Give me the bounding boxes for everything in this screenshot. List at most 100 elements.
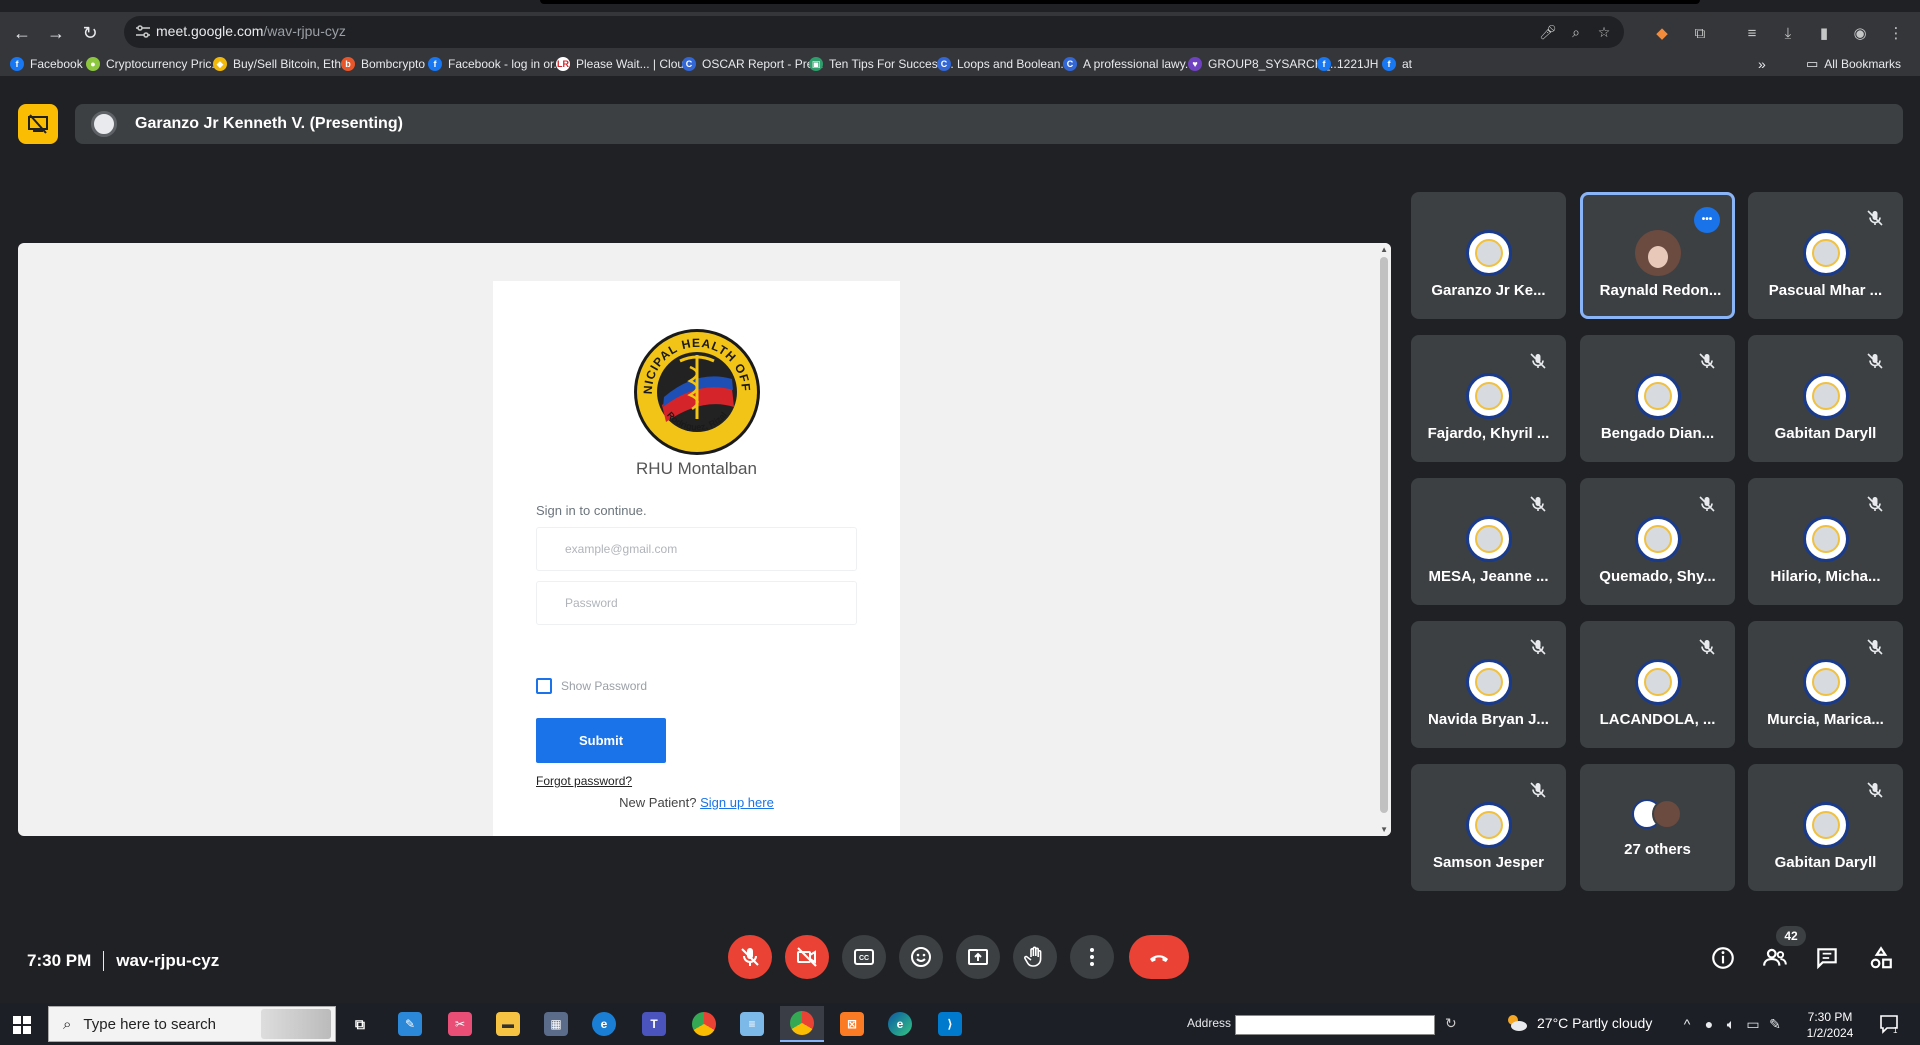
task-view-button[interactable]: ⧉ — [338, 1006, 382, 1042]
taskbar-search[interactable]: ⌕ Type here to search — [48, 1006, 336, 1042]
camera-off-button[interactable] — [785, 935, 829, 979]
back-icon[interactable]: ← — [8, 19, 36, 47]
microphone-tray-icon[interactable]: ● — [1700, 1014, 1718, 1034]
forgot-password-link[interactable]: Forgot password? — [536, 774, 632, 788]
present-screen-button[interactable] — [956, 935, 1000, 979]
downloads-icon[interactable]: ⤓ — [1776, 21, 1800, 45]
participant-tile[interactable]: Gabitan Daryll — [1748, 764, 1903, 891]
notification-center-icon[interactable]: 1 — [1878, 1013, 1900, 1035]
system-clock[interactable]: 7:30 PM 1/2/2024 — [1800, 1009, 1860, 1041]
taskbar-app-explorer[interactable]: ▬ — [486, 1006, 530, 1042]
reactions-button[interactable] — [899, 935, 943, 979]
leave-call-button[interactable] — [1129, 935, 1189, 979]
microphone-icon[interactable]: 🎤︎ — [1538, 22, 1558, 42]
bookmark-item[interactable]: f Facebook - log in or... — [428, 55, 563, 73]
network-icon[interactable]: ▭ — [1744, 1014, 1762, 1034]
login-card: MUNICIPAL HEALTH OFFICE Rodriguez, Rizal… — [493, 281, 900, 836]
participant-tile[interactable]: Gabitan Daryll — [1748, 335, 1903, 462]
active-tab[interactable] — [540, 0, 1700, 4]
pen-icon[interactable]: ✎ — [1766, 1014, 1784, 1034]
participant-tile[interactable]: Fajardo, Khyril ... — [1411, 335, 1566, 462]
bookmark-item[interactable]: b Bombcrypto — [341, 55, 425, 73]
more-options-button[interactable] — [1070, 935, 1114, 979]
taskbar-app-calculator[interactable]: ▦ — [534, 1006, 578, 1042]
taskbar-app-vscode[interactable]: ⟩ — [928, 1006, 972, 1042]
participant-tile[interactable]: Pascual Mhar ... — [1748, 192, 1903, 319]
media-control-icon[interactable]: ≡ — [1740, 21, 1764, 45]
bookmark-item[interactable]: f at — [1382, 55, 1412, 73]
taskbar-app-notepad[interactable]: ≡ — [730, 1006, 774, 1042]
reload-icon[interactable]: ↻ — [76, 19, 104, 47]
submit-button[interactable]: Submit — [536, 718, 666, 763]
taskbar-app-chrome[interactable] — [682, 1006, 726, 1042]
extension-fox-icon[interactable]: ◆ — [1650, 21, 1674, 45]
taskbar-app-teams[interactable]: T — [632, 1006, 676, 1042]
taskbar-app-xampp[interactable]: ⊠ — [830, 1006, 874, 1042]
bookmark-label: Ten Tips For Success... — [829, 57, 954, 71]
taskbar-app-edge-dev[interactable]: e — [582, 1006, 626, 1042]
bookmark-item[interactable]: f Facebook — [10, 55, 83, 73]
bookmark-item[interactable]: C A professional lawy... — [1063, 55, 1195, 73]
taskbar-app-snip[interactable]: ✂ — [438, 1006, 482, 1042]
address-go-icon[interactable]: ↻ — [1445, 1015, 1465, 1035]
muted-mic-icon — [1528, 494, 1548, 514]
bookmark-star-icon[interactable]: ☆ — [1594, 22, 1614, 42]
password-field[interactable] — [536, 581, 857, 625]
bookmark-item[interactable]: ◆ Buy/Sell Bitcoin, Eth... — [213, 55, 351, 73]
all-bookmarks-label: All Bookmarks — [1824, 57, 1901, 71]
participant-tile[interactable]: Quemado, Shy... — [1580, 478, 1735, 605]
participant-tile[interactable]: Samson Jesper — [1411, 764, 1566, 891]
scroll-up-icon[interactable]: ▲ — [1380, 245, 1388, 254]
tile-more-options-icon[interactable]: ••• — [1694, 207, 1720, 233]
browser-menu-icon[interactable]: ⋮ — [1884, 21, 1908, 45]
address-toolbar-input[interactable] — [1235, 1015, 1435, 1035]
bookmark-item[interactable]: ● Cryptocurrency Pric... — [86, 55, 221, 73]
windows-start-icon[interactable] — [13, 1016, 31, 1034]
site-info-icon[interactable] — [134, 23, 152, 41]
volume-icon[interactable]: 🔈︎ — [1722, 1014, 1740, 1034]
participant-tile[interactable]: Navida Bryan J... — [1411, 621, 1566, 748]
participant-tile[interactable]: LACANDOLA, ... — [1580, 621, 1735, 748]
all-bookmarks-folder[interactable]: ▭ All Bookmarks — [1806, 55, 1901, 73]
participant-tile[interactable]: Bengado Dian... — [1580, 335, 1735, 462]
scroll-down-icon[interactable]: ▼ — [1380, 825, 1388, 834]
taskbar-app-edge[interactable]: e — [878, 1006, 922, 1042]
participant-tile[interactable]: MESA, Jeanne ... — [1411, 478, 1566, 605]
show-password-toggle[interactable]: Show Password — [536, 678, 647, 694]
show-hidden-icons-icon[interactable]: ^ — [1678, 1014, 1696, 1034]
bookmark-item[interactable]: C Loops and Boolean... — [937, 55, 1070, 73]
raise-hand-button[interactable] — [1013, 935, 1057, 979]
bookmark-item[interactable]: LR Please Wait... | Clou... — [556, 55, 694, 73]
address-bar[interactable]: meet.google.com/wav-rjpu-cyz 🎤︎ ⌕ ☆ — [124, 16, 1624, 48]
others-tile[interactable]: 27 others — [1580, 764, 1735, 891]
participant-tile[interactable]: Garanzo Jr Ke... — [1411, 192, 1566, 319]
extensions-icon[interactable]: ⧉ — [1688, 21, 1712, 45]
chat-button[interactable] — [1812, 943, 1842, 973]
scrollbar-thumb[interactable] — [1380, 257, 1388, 813]
avatar — [1466, 230, 1512, 276]
participant-tile[interactable]: Raynald Redon... ••• — [1580, 192, 1735, 319]
email-field[interactable] — [536, 527, 857, 571]
avatar — [1803, 659, 1849, 705]
side-panel-icon[interactable]: ▮ — [1812, 21, 1836, 45]
bookmark-item[interactable]: ▣ Ten Tips For Success... — [809, 55, 954, 73]
people-button[interactable] — [1760, 943, 1790, 973]
captions-button[interactable]: CC — [842, 935, 886, 979]
taskbar-app-chrome-active[interactable] — [780, 1006, 824, 1042]
meeting-details-button[interactable] — [1708, 943, 1738, 973]
activities-button[interactable] — [1866, 943, 1896, 973]
stop-presenting-button[interactable] — [18, 104, 58, 144]
sign-up-link[interactable]: Sign up here — [700, 795, 774, 810]
zoom-icon[interactable]: ⌕ — [1566, 22, 1586, 42]
mic-off-button[interactable] — [728, 935, 772, 979]
show-password-checkbox[interactable] — [536, 678, 552, 694]
more-bookmarks-chevron-icon[interactable]: » — [1758, 55, 1766, 73]
participant-tile[interactable]: Murcia, Marica... — [1748, 621, 1903, 748]
taskbar-app-paint[interactable]: ✎ — [388, 1006, 432, 1042]
profile-avatar-icon[interactable]: ◉ — [1848, 21, 1872, 45]
weather-widget[interactable]: 27°C Partly cloudy — [1505, 1013, 1652, 1033]
bookmark-item[interactable]: C OSCAR Report - Pre... — [682, 55, 823, 73]
participant-tile[interactable]: Hilario, Micha... — [1748, 478, 1903, 605]
bookmark-item[interactable]: f 1221JH — [1317, 55, 1378, 73]
forward-icon[interactable]: → — [42, 19, 70, 47]
